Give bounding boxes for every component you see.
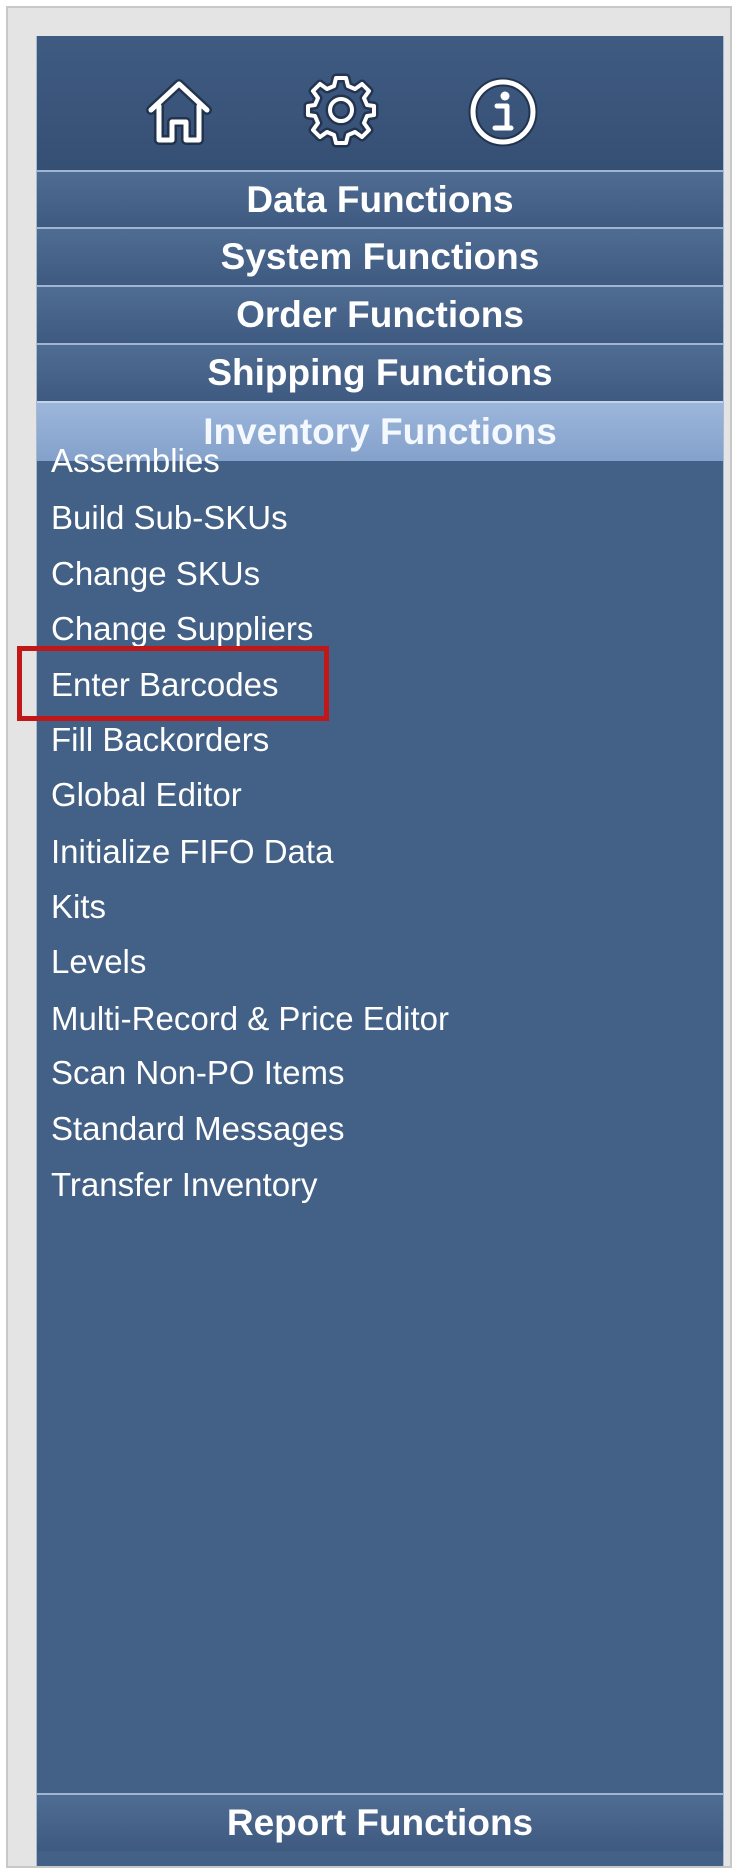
- gear-icon[interactable]: [301, 70, 381, 150]
- info-icon[interactable]: [463, 70, 543, 150]
- icon-toolbar: [37, 36, 723, 170]
- menu-item-build-sub-skus[interactable]: Build Sub-SKUs: [51, 493, 288, 543]
- menu-item-fill-backorders[interactable]: Fill Backorders: [51, 715, 269, 765]
- menu-item-levels[interactable]: Levels: [51, 937, 146, 987]
- menu-item-enter-barcodes[interactable]: Enter Barcodes: [51, 660, 278, 710]
- section-order-functions[interactable]: Order Functions: [37, 285, 723, 343]
- section-data-functions[interactable]: Data Functions: [37, 170, 723, 227]
- menu-item-transfer-inventory[interactable]: Transfer Inventory: [51, 1160, 318, 1210]
- menu-item-change-suppliers[interactable]: Change Suppliers: [51, 604, 313, 654]
- menu-item-multi-record-price-editor[interactable]: Multi-Record & Price Editor: [51, 994, 449, 1044]
- section-report-functions[interactable]: Report Functions: [37, 1793, 723, 1851]
- section-system-functions[interactable]: System Functions: [37, 227, 723, 285]
- app-frame: Data Functions System Functions Order Fu…: [6, 6, 732, 1868]
- menu-item-kits[interactable]: Kits: [51, 882, 106, 932]
- menu-item-scan-non-po-items[interactable]: Scan Non-PO Items: [51, 1048, 344, 1098]
- menu-item-initialize-fifo-data[interactable]: Initialize FIFO Data: [51, 827, 333, 877]
- home-icon[interactable]: [139, 70, 219, 150]
- menu-item-assemblies[interactable]: Assemblies: [51, 436, 220, 486]
- menu-item-change-skus[interactable]: Change SKUs: [51, 549, 260, 599]
- menu-item-standard-messages[interactable]: Standard Messages: [51, 1104, 345, 1154]
- menu-item-global-editor[interactable]: Global Editor: [51, 770, 242, 820]
- navigation-panel: Data Functions System Functions Order Fu…: [36, 36, 724, 1866]
- section-shipping-functions[interactable]: Shipping Functions: [37, 343, 723, 401]
